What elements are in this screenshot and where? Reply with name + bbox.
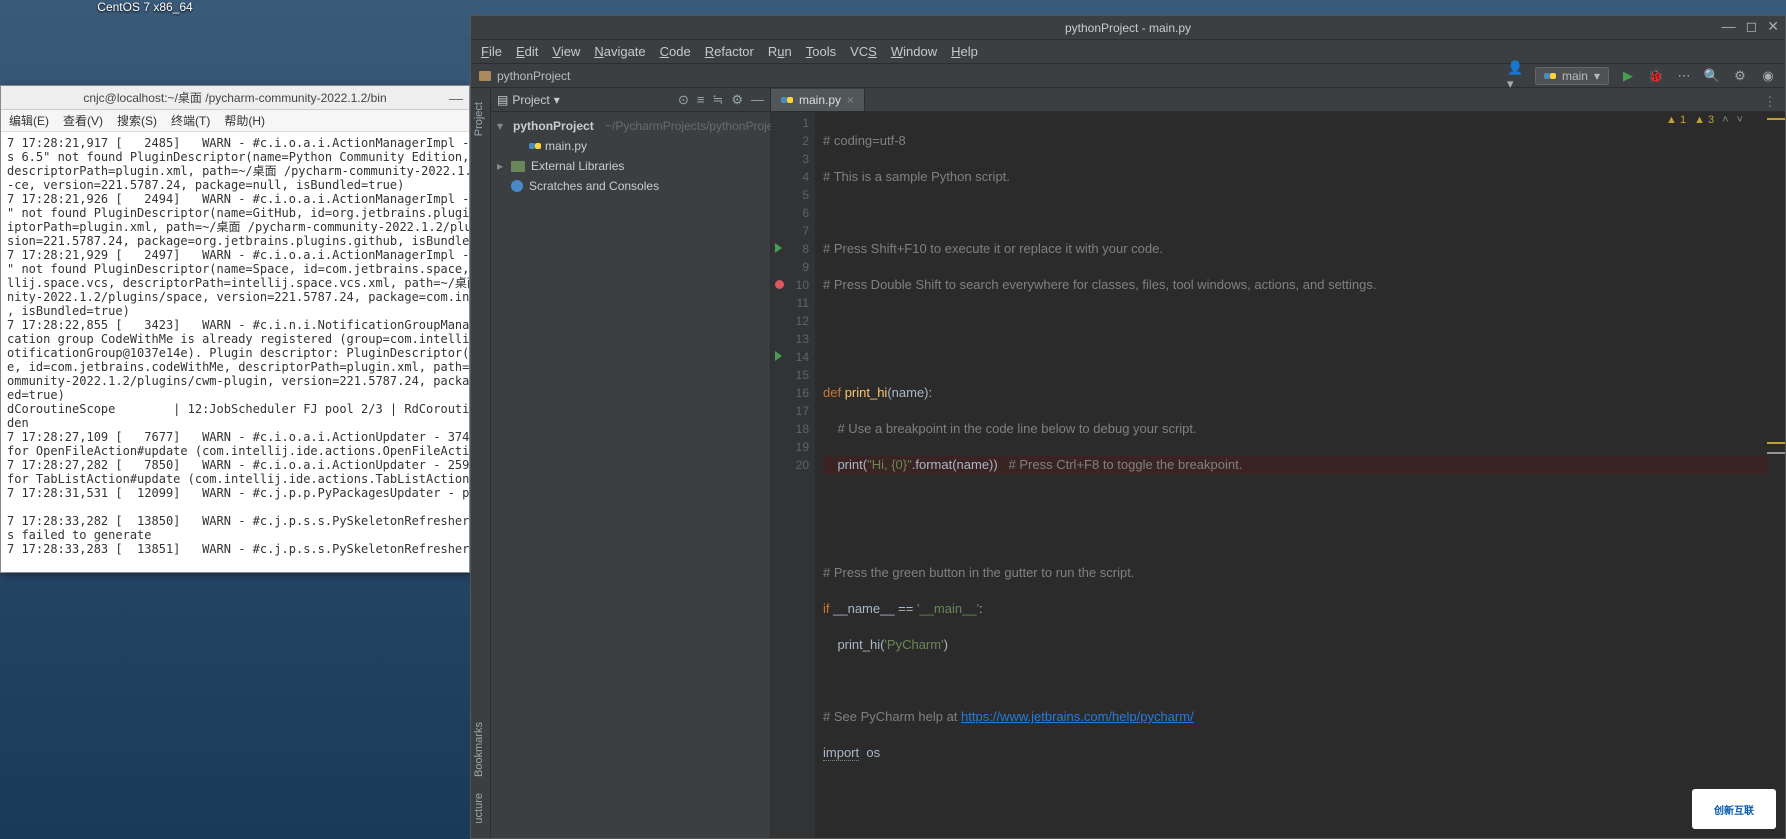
debug-button[interactable]: 🐞 bbox=[1647, 67, 1665, 85]
breadcrumb[interactable]: pythonProject bbox=[479, 69, 570, 83]
project-header-label: Project bbox=[512, 93, 549, 107]
ide-menubar: File Edit View Navigate Code Refactor Ru… bbox=[471, 40, 1785, 64]
ide-toolbar: pythonProject 👤▾ main ▾ ▶ 🐞 ⋯ 🔍 ⚙ ◉ bbox=[471, 64, 1785, 88]
tree-libs-label: External Libraries bbox=[531, 156, 624, 176]
menu-refactor[interactable]: Refactor bbox=[705, 44, 754, 59]
ide-titlebar[interactable]: pythonProject - main.py — ◻ ✕ bbox=[471, 16, 1785, 40]
menu-file[interactable]: File bbox=[481, 44, 502, 59]
inspections-widget[interactable]: ▲ 1 ▲ 3 ˄ ˅ bbox=[1666, 114, 1743, 126]
gutter[interactable]: 1234567 8 9 10 111213 14 151617181920 bbox=[771, 112, 815, 838]
tab-label: main.py bbox=[799, 93, 841, 107]
editor-tabs: main.py × ⋮ bbox=[771, 88, 1785, 112]
menu-window[interactable]: Window bbox=[891, 44, 937, 59]
menu-tools[interactable]: Tools bbox=[806, 44, 836, 59]
tree-scratches-label: Scratches and Consoles bbox=[529, 176, 659, 196]
python-file-icon bbox=[529, 140, 541, 152]
terminal-window: cnjc@localhost:~/桌面 /pycharm-community-2… bbox=[0, 85, 470, 573]
ide-close-button[interactable]: ✕ bbox=[1767, 18, 1779, 35]
tree-external-libs: ▸ External Libraries bbox=[497, 156, 764, 176]
watermark: 创新互联 bbox=[1692, 789, 1776, 829]
terminal-minimize-button[interactable]: — bbox=[449, 90, 463, 106]
left-tool-stripe: Project Bookmarks ucture bbox=[471, 88, 491, 838]
library-icon bbox=[511, 161, 525, 172]
menu-edit[interactable]: Edit bbox=[516, 44, 538, 59]
editor-tab-main[interactable]: main.py × bbox=[771, 89, 865, 111]
locate-file-icon[interactable]: ⊙ bbox=[678, 92, 689, 108]
menu-code[interactable]: Code bbox=[660, 44, 691, 59]
term-menu-help[interactable]: 帮助(H) bbox=[224, 112, 265, 129]
python-file-icon bbox=[781, 94, 793, 106]
editor-area: main.py × ⋮ 1234567 8 9 10 111213 14 151… bbox=[771, 88, 1785, 838]
collapse-all-icon[interactable]: ≒ bbox=[712, 92, 723, 108]
breakpoint-icon[interactable] bbox=[775, 280, 784, 289]
menu-view[interactable]: View bbox=[552, 44, 580, 59]
run-config-label: main bbox=[1562, 69, 1588, 83]
menu-navigate[interactable]: Navigate bbox=[594, 44, 645, 59]
inspections-up-icon[interactable]: ˄ bbox=[1722, 114, 1728, 126]
tool-tab-project[interactable]: Project bbox=[471, 94, 490, 144]
hide-panel-icon[interactable]: — bbox=[751, 92, 764, 108]
chevron-right-icon[interactable]: ▸ bbox=[497, 156, 507, 176]
scratch-icon bbox=[511, 180, 523, 192]
tree-root-path: ~/PycharmProjects/pythonProje bbox=[605, 116, 773, 136]
run-button[interactable]: ▶ bbox=[1619, 67, 1637, 85]
project-icon: ▤ bbox=[497, 93, 508, 107]
terminal-titlebar[interactable]: cnjc@localhost:~/桌面 /pycharm-community-2… bbox=[1, 86, 469, 110]
settings-button[interactable]: ⚙ bbox=[1731, 67, 1749, 85]
terminal-output[interactable]: 7 17:28:21,917 [ 2485] WARN - #c.i.o.a.i… bbox=[1, 132, 469, 572]
expand-all-icon[interactable]: ≡ bbox=[697, 92, 705, 108]
search-everywhere-button[interactable]: 🔍 bbox=[1703, 67, 1721, 85]
run-config-selector[interactable]: main ▾ bbox=[1535, 67, 1609, 85]
term-menu-search[interactable]: 搜索(S) bbox=[117, 112, 157, 129]
panel-settings-icon[interactable]: ⚙ bbox=[731, 92, 743, 108]
project-panel-header: ▤ Project ▾ ⊙ ≡ ≒ ⚙ — bbox=[491, 88, 770, 112]
chevron-down-icon: ▾ bbox=[554, 93, 560, 107]
tool-tab-bookmarks[interactable]: Bookmarks bbox=[471, 714, 487, 785]
error-stripe[interactable] bbox=[1767, 112, 1785, 838]
tree-scratches: Scratches and Consoles bbox=[497, 176, 764, 196]
folder-icon bbox=[479, 71, 491, 81]
editor-body[interactable]: 1234567 8 9 10 111213 14 151617181920 # … bbox=[771, 112, 1785, 838]
term-menu-edit[interactable]: 编辑(E) bbox=[9, 112, 49, 129]
python-icon bbox=[1544, 70, 1556, 82]
run-more-button[interactable]: ⋯ bbox=[1675, 67, 1693, 85]
chevron-down-icon[interactable]: ▾ bbox=[497, 116, 503, 136]
weak-warning-count: ▲ 3 bbox=[1694, 114, 1714, 126]
code-content[interactable]: # coding=utf-8 # This is a sample Python… bbox=[815, 112, 1785, 838]
ide-maximize-button[interactable]: ◻ bbox=[1746, 18, 1758, 35]
project-view-selector[interactable]: ▤ Project ▾ bbox=[497, 93, 560, 107]
tab-list-icon[interactable]: ⋮ bbox=[1761, 93, 1779, 111]
close-tab-icon[interactable]: × bbox=[847, 93, 854, 107]
term-menu-view[interactable]: 查看(V) bbox=[63, 112, 103, 129]
warning-count: ▲ 1 bbox=[1666, 114, 1686, 126]
ide-title: pythonProject - main.py bbox=[1065, 21, 1191, 35]
terminal-title: cnjc@localhost:~/桌面 /pycharm-community-2… bbox=[83, 89, 386, 106]
terminal-menubar: 编辑(E) 查看(V) 搜索(S) 终端(T) 帮助(H) bbox=[1, 110, 469, 132]
ide-window: pythonProject - main.py — ◻ ✕ File Edit … bbox=[470, 15, 1786, 839]
menu-help[interactable]: Help bbox=[951, 44, 978, 59]
term-menu-terminal[interactable]: 终端(T) bbox=[171, 112, 210, 129]
breadcrumb-label: pythonProject bbox=[497, 69, 570, 83]
ide-minimize-button[interactable]: — bbox=[1722, 18, 1736, 35]
desktop-icon-centos[interactable]: CentOS 7 x86_64 bbox=[85, 0, 205, 14]
chevron-down-icon: ▾ bbox=[1594, 69, 1600, 83]
inspections-down-icon[interactable]: ˅ bbox=[1737, 114, 1743, 126]
menu-run[interactable]: Run bbox=[768, 44, 792, 59]
tree-root: ▾ pythonProject ~/PycharmProjects/python… bbox=[497, 116, 764, 136]
gutter-run-icon[interactable] bbox=[775, 243, 782, 253]
menu-vcs[interactable]: VCS bbox=[850, 44, 877, 59]
gutter-run-icon[interactable] bbox=[775, 351, 782, 361]
tree-file-label: main.py bbox=[545, 136, 587, 156]
tree-file-main: main.py bbox=[497, 136, 764, 156]
watermark-text: 创新互联 bbox=[1714, 802, 1754, 817]
desktop-icon-label: CentOS 7 x86_64 bbox=[97, 0, 192, 14]
project-tree[interactable]: ▾ pythonProject ~/PycharmProjects/python… bbox=[491, 112, 770, 200]
add-user-icon[interactable]: 👤▾ bbox=[1507, 67, 1525, 85]
project-panel: ▤ Project ▾ ⊙ ≡ ≒ ⚙ — ▾ pythonProject bbox=[491, 88, 771, 838]
tool-tab-structure[interactable]: ucture bbox=[471, 785, 487, 832]
updates-button[interactable]: ◉ bbox=[1759, 67, 1777, 85]
tree-root-label: pythonProject bbox=[513, 116, 594, 136]
